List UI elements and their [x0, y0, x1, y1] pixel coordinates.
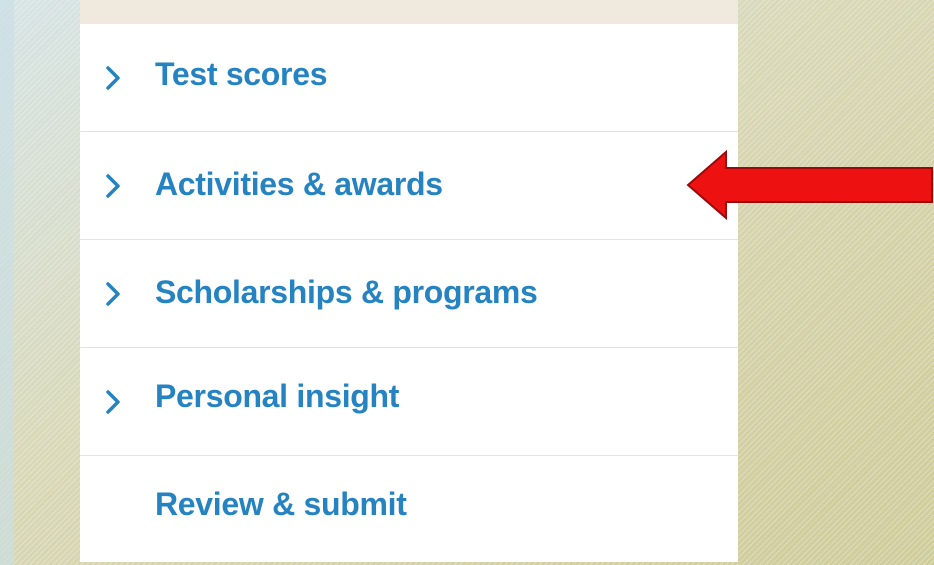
application-sections-nav: Test scores Activities & awards Scholars… [80, 0, 738, 562]
red-arrow-pointer-icon [686, 150, 933, 220]
chevron-right-icon [102, 173, 124, 199]
nav-item-label: Personal insight [155, 378, 400, 414]
nav-item-label: Scholarships & programs [155, 274, 538, 310]
nav-item-label: Test scores [155, 56, 328, 92]
background-left-edge [0, 0, 14, 565]
nav-item-test-scores[interactable]: Test scores [80, 24, 738, 132]
nav-item-label: Review & submit [155, 486, 407, 522]
nav-item-personal-insight[interactable]: Personal insight [80, 348, 738, 456]
nav-item-label: Activities & awards [155, 166, 443, 202]
chevron-right-icon [102, 65, 124, 91]
nav-item-scholarships-programs[interactable]: Scholarships & programs [80, 240, 738, 348]
chevron-right-icon [102, 389, 124, 415]
nav-item-activities-awards[interactable]: Activities & awards [80, 132, 738, 240]
nav-item-review-submit[interactable]: Review & submit [80, 456, 738, 562]
nav-top-strip [80, 0, 738, 24]
chevron-right-icon [102, 281, 124, 307]
